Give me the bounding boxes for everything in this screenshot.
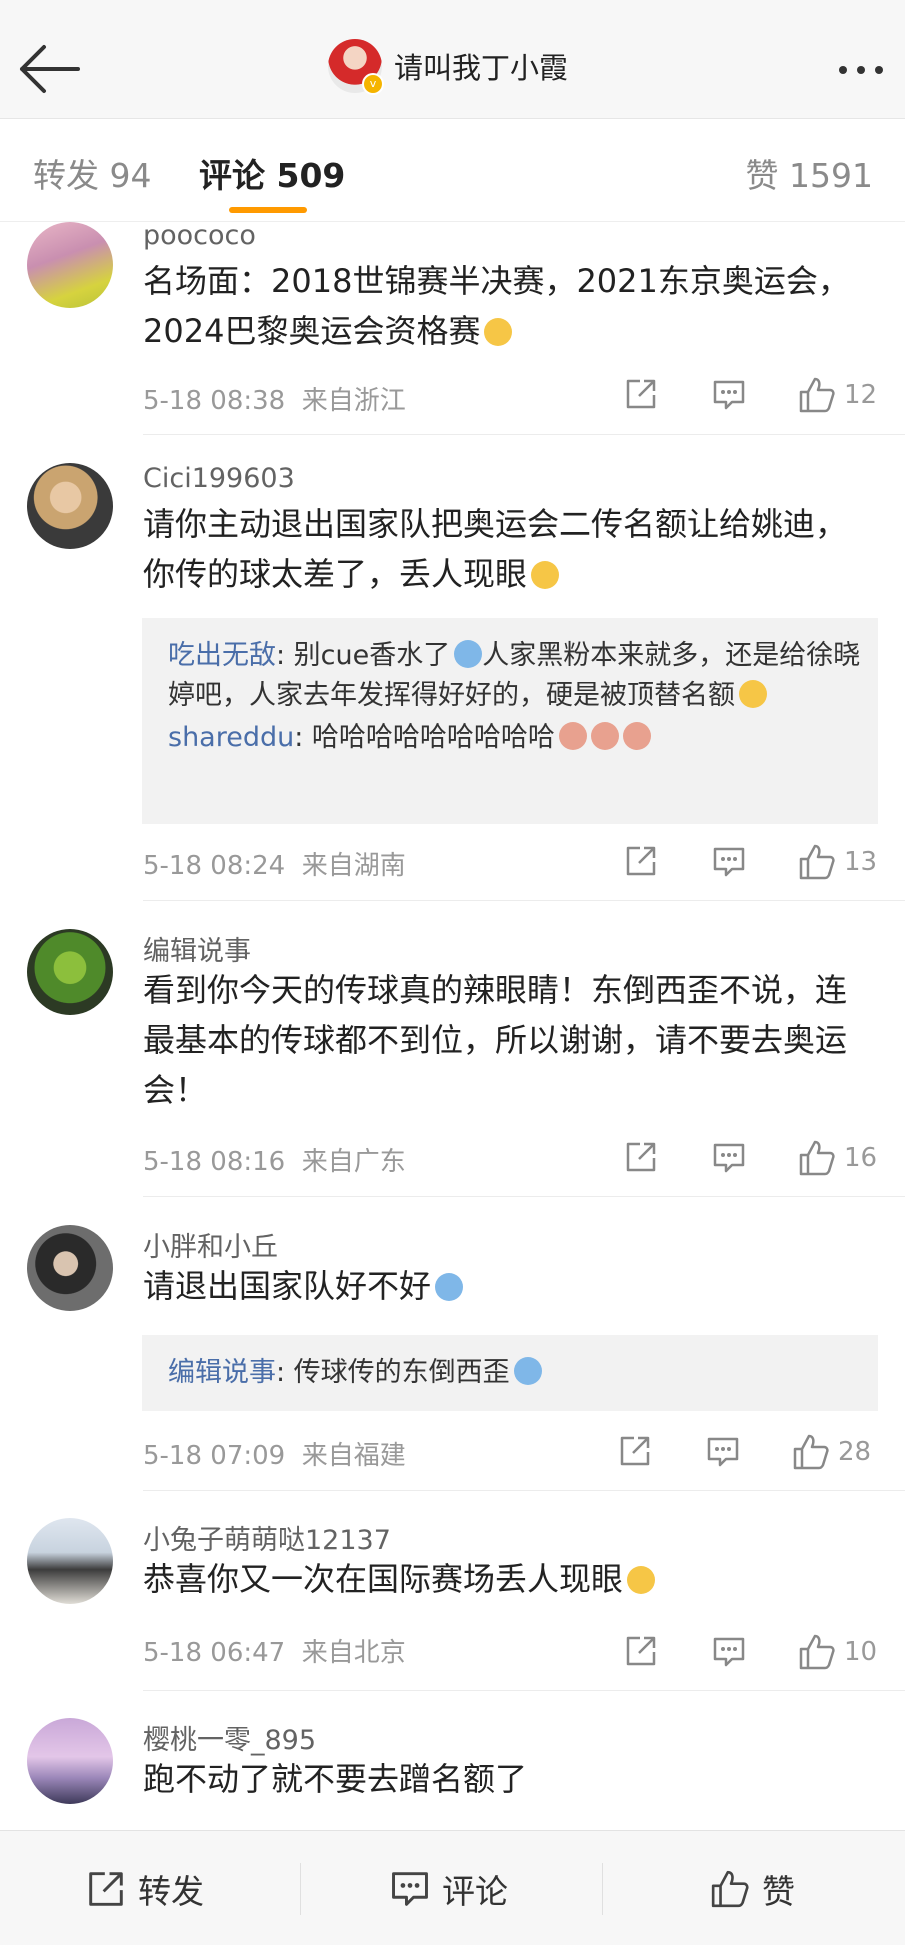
emoji-icon	[531, 561, 560, 589]
reply-username[interactable]: 吃出无敌	[168, 640, 276, 671]
author-avatar[interactable]: v	[328, 39, 384, 95]
emoji-icon	[622, 722, 651, 750]
comment-text: 请你主动退出国家队把奥运会二传名额让给姚迪，你传的球太差了，丢人现眼	[143, 505, 848, 593]
like-button-bottom[interactable]: 赞	[710, 1865, 795, 1913]
avatar[interactable]	[27, 1225, 113, 1311]
reply-username[interactable]: 编辑说事	[168, 1357, 276, 1388]
divider	[143, 1196, 905, 1197]
share-icon	[89, 1872, 123, 1906]
emoji-icon	[435, 1273, 464, 1301]
comment-text: 请退出国家队好不好	[143, 1261, 873, 1311]
verified-icon: v	[362, 73, 384, 95]
back-arrow-icon[interactable]	[18, 44, 82, 94]
like-count: 13	[844, 847, 878, 877]
bottom-action-bar: 转发 评论 赞	[0, 1830, 905, 1945]
separator	[602, 1863, 603, 1915]
emoji-icon	[454, 640, 483, 668]
comment-username[interactable]: Cici199603	[143, 463, 295, 494]
like-icon	[799, 1140, 835, 1176]
comment-username[interactable]: 小胖和小丘	[143, 1225, 278, 1264]
like-icon	[799, 844, 835, 880]
comment-text: 跑不动了就不要去蹭名额了	[143, 1760, 528, 1798]
comment-meta: 5-18 08:16 来自广东	[143, 1147, 406, 1177]
share-icon[interactable]	[624, 377, 658, 411]
comment-meta: 5-18 06:47 来自北京	[143, 1638, 406, 1668]
comment-text: 名场面：2018世锦赛半决赛，2021东京奥运会，2024巴黎奥运会资格赛	[143, 262, 850, 350]
reply-item: 编辑说事: 传球传的东倒西歪	[168, 1353, 878, 1393]
reply-box[interactable]: 编辑说事: 传球传的东倒西歪	[142, 1335, 878, 1411]
reply-username[interactable]: shareddu	[168, 722, 294, 753]
emoji-icon	[627, 1566, 656, 1594]
profile-title[interactable]: v 请叫我丁小霞	[328, 38, 569, 95]
comment-button[interactable]: 评论	[390, 1865, 508, 1913]
like-icon	[799, 1634, 835, 1670]
active-tab-indicator	[229, 207, 307, 213]
comment-meta: 5-18 08:38 来自浙江	[143, 386, 406, 416]
divider	[143, 1490, 905, 1491]
like-count: 28	[838, 1437, 872, 1467]
share-icon[interactable]	[624, 1140, 658, 1174]
like-count: 10	[844, 1637, 878, 1667]
like-button[interactable]: 10	[798, 1632, 877, 1672]
like-icon	[793, 1434, 829, 1470]
emoji-icon	[739, 680, 767, 708]
top-bar: v 请叫我丁小霞	[0, 0, 905, 119]
comment-text: 恭喜你又一次在国际赛场丢人现眼	[143, 1554, 873, 1604]
divider	[143, 1690, 905, 1691]
reply-item: shareddu: 哈哈哈哈哈哈哈哈哈	[168, 718, 878, 758]
page-title: 请叫我丁小霞	[394, 51, 569, 85]
comment-icon[interactable]	[712, 846, 746, 878]
avatar[interactable]	[27, 1518, 113, 1604]
like-button[interactable]: 16	[798, 1138, 877, 1178]
tab-like[interactable]: 赞 1591	[746, 149, 873, 197]
like-icon	[799, 377, 835, 413]
tab-comment[interactable]: 评论 509	[199, 149, 345, 197]
divider	[143, 434, 905, 435]
comment-username[interactable]: 小兔子萌萌哒12137	[143, 1518, 391, 1557]
tab-repost[interactable]: 转发 94	[33, 149, 151, 197]
comment-icon	[392, 1872, 428, 1906]
avatar[interactable]	[27, 222, 113, 308]
like-icon	[711, 1870, 749, 1908]
like-button[interactable]: 13	[798, 842, 877, 882]
tab-bar: 转发 94 评论 509 赞 1591	[0, 119, 905, 222]
repost-label: 转发	[138, 1872, 204, 1911]
comment-text: 看到你今天的传球真的辣眼睛！东倒西歪不说，连最基本的传球都不到位，所以谢谢，请不…	[143, 971, 848, 1109]
avatar[interactable]	[27, 463, 113, 549]
separator	[300, 1863, 301, 1915]
repost-button[interactable]: 转发	[86, 1865, 204, 1913]
like-count: 16	[844, 1143, 878, 1173]
avatar[interactable]	[27, 1718, 113, 1804]
emoji-icon	[590, 722, 619, 750]
emoji-icon	[558, 722, 587, 750]
share-icon[interactable]	[624, 844, 658, 878]
reply-item: 吃出无敌: 别cue香水了 人家黑粉本来就多，还是给徐晓婷吧，人家去年发挥得好好的…	[168, 640, 861, 711]
like-label: 赞	[762, 1872, 795, 1911]
share-icon[interactable]	[624, 1634, 658, 1668]
more-icon[interactable]	[839, 66, 883, 74]
comment-label: 评论	[442, 1872, 508, 1911]
share-icon[interactable]	[618, 1434, 652, 1468]
like-button[interactable]: 12	[798, 375, 877, 415]
avatar[interactable]	[27, 929, 113, 1015]
comment-meta: 5-18 07:09 来自福建	[143, 1441, 406, 1471]
like-button[interactable]: 28	[792, 1432, 871, 1472]
comment-username[interactable]: poococo	[143, 220, 256, 251]
like-count: 12	[844, 380, 878, 410]
emoji-icon	[513, 1357, 542, 1385]
comment-icon[interactable]	[706, 1436, 740, 1468]
comment-icon[interactable]	[712, 1636, 746, 1668]
comment-icon[interactable]	[712, 379, 746, 411]
emoji-icon	[484, 318, 513, 346]
comment-icon[interactable]	[712, 1142, 746, 1174]
comment-username[interactable]: 樱桃一零_895	[143, 1718, 316, 1757]
reply-box[interactable]: 吃出无敌: 别cue香水了 人家黑粉本来就多，还是给徐晓婷吧，人家去年发挥得好好的…	[142, 618, 878, 824]
divider	[143, 900, 905, 901]
comment-meta: 5-18 08:24 来自湖南	[143, 851, 406, 881]
comment-username[interactable]: 编辑说事	[143, 929, 251, 968]
